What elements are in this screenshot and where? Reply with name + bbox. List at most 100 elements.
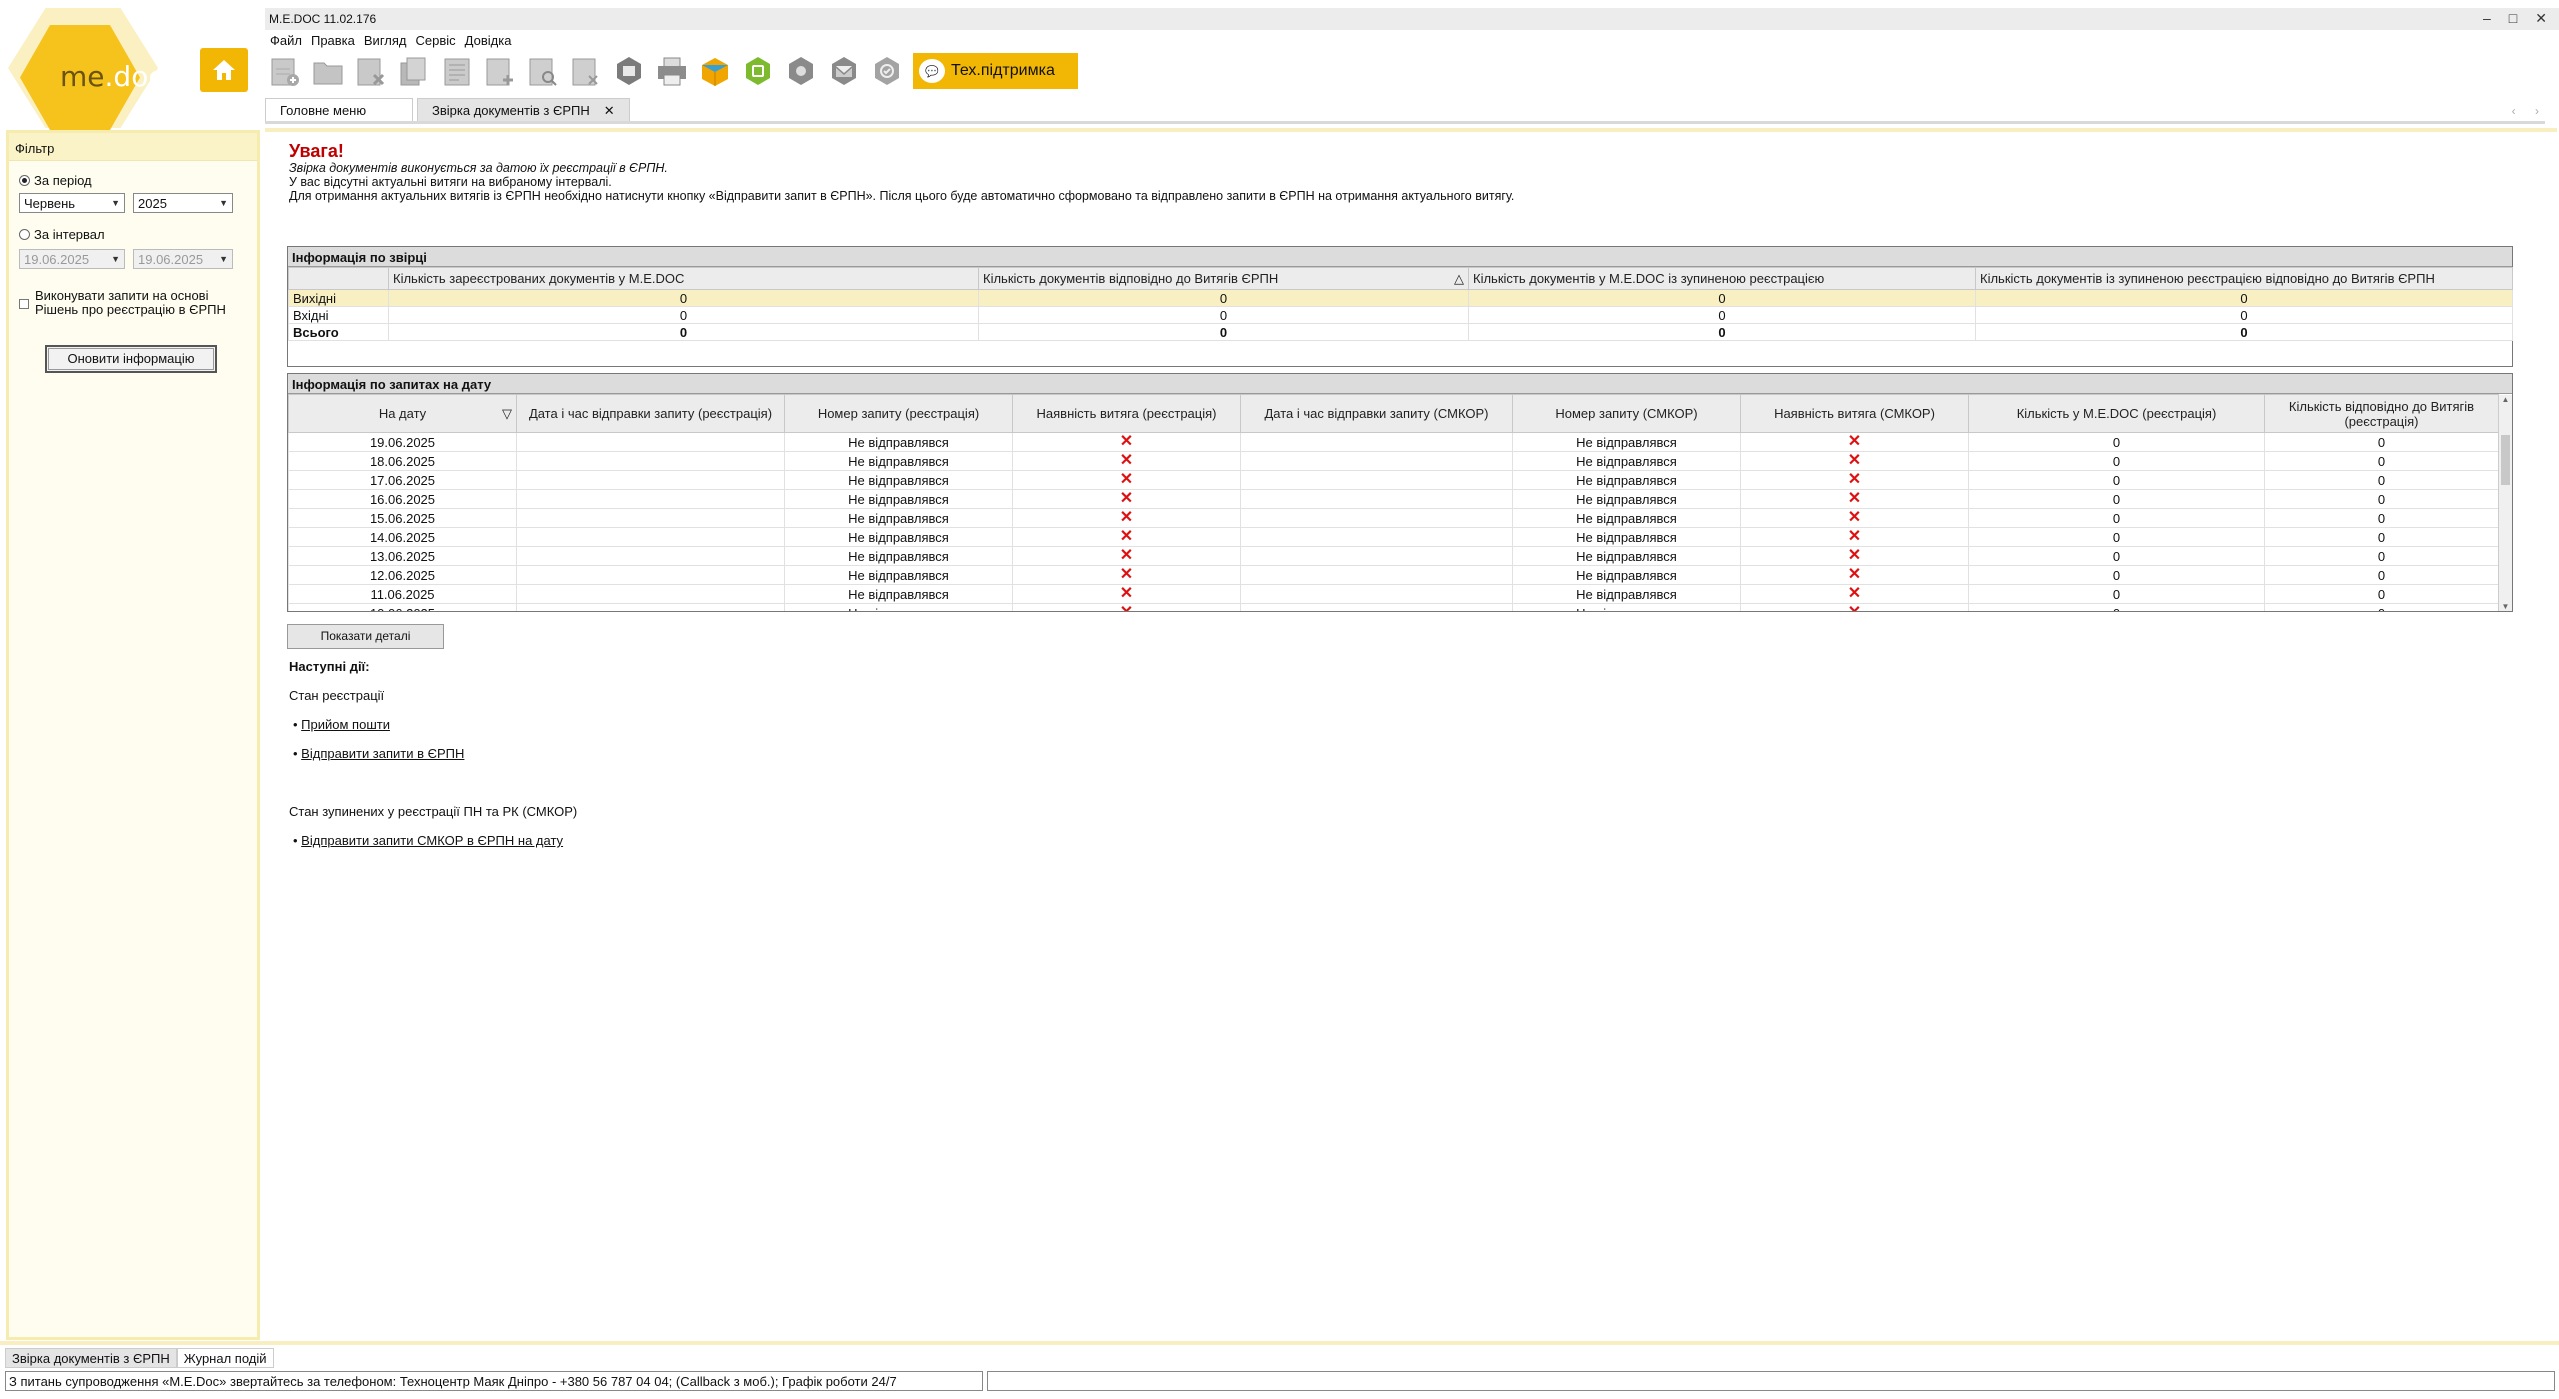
column-header[interactable]: Кількість документів із зупиненою реєстр… bbox=[1975, 267, 2513, 290]
filter-panel: Фільтр За період Червень ▼ 2025 ▼ За інтер… bbox=[6, 130, 260, 1340]
column-header[interactable]: Наявність витяга (СМКОР) bbox=[1740, 394, 1969, 433]
column-header[interactable]: Наявність витяга (реєстрація) bbox=[1012, 394, 1241, 433]
show-details-button[interactable]: Показати деталі bbox=[287, 624, 444, 649]
column-header[interactable]: Кількість у M.E.DOC (реєстрація) bbox=[1968, 394, 2265, 433]
tab-main-menu[interactable]: Головне меню bbox=[265, 98, 413, 122]
list-doc-icon[interactable] bbox=[438, 54, 476, 88]
column-header[interactable]: Кількість відповідно до Витягів (реєстра… bbox=[2264, 394, 2499, 433]
table-cell: 0 bbox=[1968, 565, 2265, 585]
date-from-field[interactable]: 19.06.2025 ▼ bbox=[19, 249, 125, 269]
print-icon[interactable] bbox=[653, 54, 691, 88]
open-doc-icon[interactable] bbox=[309, 54, 347, 88]
table-cell bbox=[516, 565, 785, 585]
mail-icon[interactable] bbox=[825, 54, 863, 88]
tab-bar: Головне меню Звірка документів з ЄРПН ✕ bbox=[265, 98, 630, 122]
menu-service[interactable]: Сервіс bbox=[416, 33, 456, 50]
column-header[interactable]: Кількість зареєстрованих документів у M.… bbox=[388, 267, 979, 290]
period-radio[interactable]: За період bbox=[19, 173, 92, 188]
remove-doc-icon[interactable] bbox=[567, 54, 605, 88]
table-row[interactable]: 13.06.2025 Не відправлявся ✕ Не відправлявс… bbox=[288, 546, 2499, 566]
month-select[interactable]: Червень ▼ bbox=[19, 193, 125, 213]
minimize-icon[interactable]: – bbox=[2483, 10, 2491, 27]
table-cell: Не відправлявся bbox=[784, 489, 1013, 509]
scroll-up-icon[interactable]: ▲ bbox=[2499, 395, 2512, 404]
send-icon[interactable] bbox=[696, 54, 734, 88]
table-row[interactable]: 19.06.2025 Не відправлявся ✕ Не відправлявс… bbox=[288, 432, 2499, 452]
table-cell: 14.06.2025 bbox=[288, 527, 517, 547]
receive-mail-link[interactable]: Прийом пошти bbox=[301, 717, 390, 732]
sort-icon[interactable]: ▽ bbox=[502, 406, 512, 422]
table-row[interactable]: 15.06.2025 Не відправлявся ✕ Не відправлявс… bbox=[288, 508, 2499, 528]
bottom-tab-reconciliation[interactable]: Звірка документів з ЄРПН bbox=[5, 1348, 177, 1368]
column-header[interactable]: Кількість документів у M.E.DOC із зупине… bbox=[1468, 267, 1976, 290]
erpn-checkbox-row[interactable]: Виконувати запити на основі Рішень про р… bbox=[19, 289, 244, 317]
menu-help[interactable]: Довідка bbox=[465, 33, 512, 50]
table-row[interactable]: Вхідні 0 0 0 0 bbox=[288, 306, 2513, 324]
gear-icon[interactable] bbox=[782, 54, 820, 88]
table-row[interactable]: 11.06.2025 Не відправлявся ✕ Не відправлявс… bbox=[288, 584, 2499, 604]
table-cell: 0 bbox=[1968, 470, 2265, 490]
table-cell bbox=[516, 451, 785, 471]
new-doc-icon[interactable] bbox=[266, 54, 304, 88]
interval-radio[interactable]: За інтервал bbox=[19, 227, 105, 242]
menu-view[interactable]: Вигляд bbox=[364, 33, 407, 50]
table-cell: Не відправлявся bbox=[1512, 508, 1741, 528]
cross-icon: ✕ bbox=[1012, 546, 1241, 566]
accept-icon[interactable] bbox=[739, 54, 777, 88]
table-row[interactable]: 16.06.2025 Не відправлявся ✕ Не відправлявс… bbox=[288, 489, 2499, 509]
sort-icon[interactable]: △ bbox=[1454, 271, 1464, 287]
close-icon[interactable]: ✕ bbox=[2535, 10, 2547, 27]
add-doc-icon[interactable] bbox=[481, 54, 519, 88]
table-cell: 0 bbox=[1968, 451, 2265, 471]
maximize-icon[interactable]: □ bbox=[2509, 10, 2517, 27]
radio-selected[interactable] bbox=[19, 175, 30, 186]
delete-doc-icon[interactable] bbox=[352, 54, 390, 88]
verify-icon[interactable] bbox=[868, 54, 906, 88]
year-select[interactable]: 2025 ▼ bbox=[133, 193, 233, 213]
scroll-down-icon[interactable]: ▼ bbox=[2499, 602, 2512, 611]
table-cell: Не відправлявся bbox=[1512, 603, 1741, 611]
table-row[interactable]: 17.06.2025 Не відправлявся ✕ Не відправлявс… bbox=[288, 470, 2499, 490]
send-erpn-requests-link[interactable]: Відправити запити в ЄРПН bbox=[301, 746, 464, 761]
reconciliation-table: Кількість зареєстрованих документів у M.… bbox=[288, 267, 2513, 341]
copy-doc-icon[interactable] bbox=[395, 54, 433, 88]
search-doc-icon[interactable] bbox=[524, 54, 562, 88]
column-header[interactable]: На дату ▽ bbox=[288, 394, 517, 433]
table-row[interactable]: 14.06.2025 Не відправлявся ✕ Не відправлявс… bbox=[288, 527, 2499, 547]
refresh-button[interactable]: Оновити інформацію bbox=[45, 345, 217, 373]
column-header[interactable]: Номер запиту (реєстрація) bbox=[784, 394, 1013, 433]
send-smkor-requests-link[interactable]: Відправити запити СМКОР в ЄРПН на дату bbox=[301, 833, 563, 848]
table-row[interactable]: Вихідні 0 0 0 0 bbox=[288, 289, 2513, 307]
table-row[interactable]: 10.06.2025Не відправлявся✕Не відправлявс… bbox=[288, 603, 2499, 611]
tab-underline bbox=[265, 121, 2545, 124]
close-tab-icon[interactable]: ✕ bbox=[604, 103, 615, 118]
radio-unselected[interactable] bbox=[19, 229, 30, 240]
table-row[interactable]: 18.06.2025 Не відправлявся ✕ Не відправлявс… bbox=[288, 451, 2499, 471]
home-button[interactable] bbox=[200, 48, 248, 92]
support-button[interactable]: 💬 Тех.підтримка bbox=[913, 53, 1078, 89]
bottom-tab-event-log[interactable]: Журнал подій bbox=[176, 1348, 274, 1368]
column-header[interactable]: Дата і час відправки запиту (реєстрація) bbox=[516, 394, 785, 433]
table-cell: 16.06.2025 bbox=[288, 489, 517, 509]
next-steps-title: Наступні дії: bbox=[289, 659, 370, 674]
table-cell bbox=[1240, 432, 1513, 452]
menu-edit[interactable]: Правка bbox=[311, 33, 355, 50]
table-cell bbox=[1240, 565, 1513, 585]
tab-erpn-reconciliation[interactable]: Звірка документів з ЄРПН ✕ bbox=[417, 98, 630, 122]
erpn-checkbox[interactable] bbox=[19, 299, 29, 309]
menu-file[interactable]: Файл bbox=[270, 33, 302, 50]
table-cell: Не відправлявся bbox=[784, 603, 1013, 611]
tab-nav-arrows[interactable]: ‹ › bbox=[2512, 104, 2547, 118]
column-header[interactable]: Дата і час відправки запиту (СМКОР) bbox=[1240, 394, 1513, 433]
date-to-field[interactable]: 19.06.2025 ▼ bbox=[133, 249, 233, 269]
column-header[interactable]: Номер запиту (СМКОР) bbox=[1512, 394, 1741, 433]
requests-scrollbar[interactable]: ▲ ▼ bbox=[2498, 395, 2512, 611]
table-row[interactable]: Всього 0 0 0 0 bbox=[288, 323, 2513, 341]
content-top-border bbox=[265, 128, 2557, 132]
table-row[interactable]: 12.06.2025 Не відправлявся ✕ Не відправлявс… bbox=[288, 565, 2499, 585]
logo-text: me.doc bbox=[60, 60, 164, 93]
scroll-thumb[interactable] bbox=[2501, 435, 2510, 485]
archive-icon[interactable] bbox=[610, 54, 648, 88]
table-cell: Не відправлявся bbox=[784, 584, 1013, 604]
column-header[interactable]: Кількість документів відповідно до Витяг… bbox=[978, 267, 1469, 290]
